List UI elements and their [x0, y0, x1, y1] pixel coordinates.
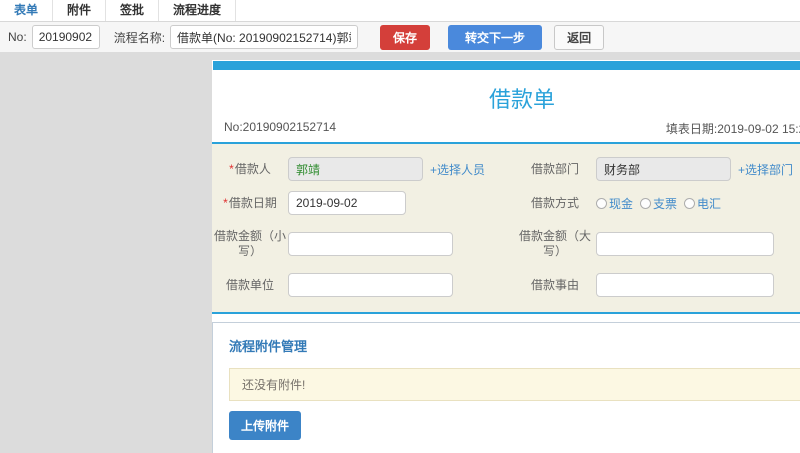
- document-no: No:20190902152714: [224, 120, 337, 134]
- fill-date: 填表日期:2019-09-02 15:27:1: [665, 122, 800, 136]
- attachment-heading: 流程附件管理: [229, 339, 308, 354]
- tab-bar: 表单 附件 签批 流程进度: [0, 0, 800, 22]
- fields-table: *借款人 +选择人员 借款部门 +选择部门 *借款日期 借款方式: [212, 142, 800, 314]
- header-accent-bar: [213, 61, 800, 70]
- attachment-section: 流程附件管理 还没有附件! 上传附件: [212, 322, 800, 453]
- borrow-date-input[interactable]: [288, 191, 406, 215]
- method-radio-group: 现金 支票 电汇: [596, 190, 800, 217]
- select-dept-link[interactable]: +选择部门: [738, 161, 793, 178]
- tab-attachment[interactable]: 附件: [53, 0, 107, 21]
- borrow-unit-label: 借款单位: [225, 277, 274, 292]
- no-label: No:: [8, 30, 27, 44]
- tab-sign[interactable]: 签批: [106, 0, 160, 21]
- borrow-reason-input[interactable]: [596, 273, 774, 297]
- process-name-input[interactable]: [170, 25, 359, 49]
- upload-attachment-button[interactable]: 上传附件: [229, 411, 302, 440]
- amount-upper-label: 借款金额（大写）: [518, 229, 591, 258]
- required-mark: *: [223, 195, 228, 210]
- back-button[interactable]: 返回: [554, 24, 605, 50]
- borrow-date-label: *借款日期: [223, 195, 277, 210]
- borrower-label: *借款人: [229, 161, 271, 176]
- method-label: 借款方式: [530, 195, 579, 210]
- radio-icon: [684, 197, 696, 209]
- tab-progress[interactable]: 流程进度: [159, 0, 237, 21]
- radio-cash[interactable]: 现金: [596, 195, 633, 212]
- no-input[interactable]: [31, 25, 100, 49]
- required-mark: *: [229, 161, 234, 176]
- dept-input[interactable]: [596, 157, 731, 181]
- radio-wire[interactable]: 电汇: [684, 195, 721, 212]
- tab-form[interactable]: 表单: [0, 0, 54, 21]
- borrower-input[interactable]: [288, 157, 423, 181]
- dept-label: 借款部门: [530, 161, 579, 176]
- document-title: 借款单: [488, 87, 555, 112]
- process-name-label: 流程名称:: [113, 30, 166, 45]
- borrow-unit-input[interactable]: [288, 273, 453, 297]
- amount-lower-label: 借款金额（小写）: [214, 229, 287, 258]
- page-body: 借款单 No:20190902152714 填表日期:2019-09-02 15…: [0, 53, 800, 453]
- form-panel: 借款单 No:20190902152714 填表日期:2019-09-02 15…: [212, 60, 800, 453]
- radio-cheque[interactable]: 支票: [640, 195, 677, 212]
- toolbar: No: 流程名称: 保存 转交下一步 返回: [0, 22, 800, 53]
- select-person-link[interactable]: +选择人员: [430, 161, 485, 178]
- borrow-reason-label: 借款事由: [530, 277, 579, 292]
- radio-icon: [596, 197, 607, 209]
- amount-lower-input[interactable]: [288, 232, 453, 256]
- document-meta: No:20190902152714 填表日期:2019-09-02 15:27:…: [212, 114, 800, 142]
- forward-next-step-button[interactable]: 转交下一步: [448, 24, 543, 50]
- amount-upper-input[interactable]: [596, 232, 774, 256]
- radio-icon: [640, 197, 652, 209]
- save-button[interactable]: 保存: [380, 24, 431, 50]
- no-attachment-notice: 还没有附件!: [229, 368, 800, 401]
